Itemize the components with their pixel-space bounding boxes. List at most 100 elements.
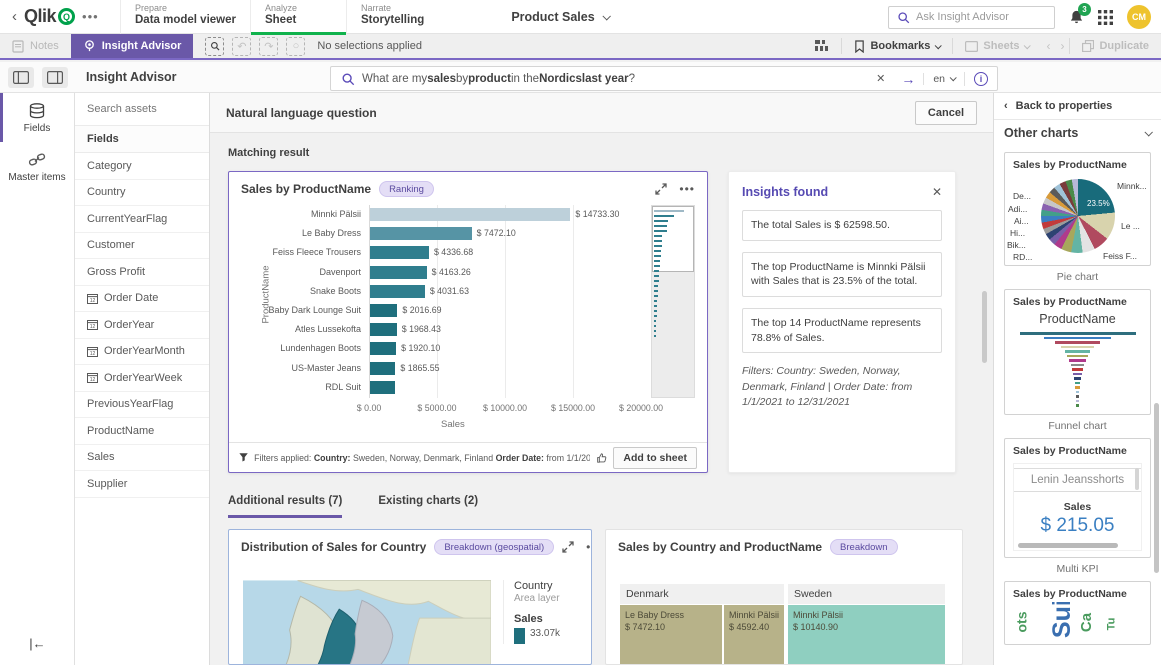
nav-narrate[interactable]: Narrate Storytelling <box>345 0 442 34</box>
bar[interactable] <box>370 361 396 375</box>
bar[interactable] <box>370 323 397 337</box>
calendar-icon: 12 <box>87 293 98 304</box>
expand-icon[interactable] <box>562 541 574 553</box>
bar[interactable] <box>370 380 396 394</box>
other-charts-header[interactable]: Other charts <box>994 120 1161 146</box>
collapse-panel-icon[interactable]: |← <box>0 636 75 651</box>
step-back-icon[interactable]: ↶ <box>232 36 252 56</box>
next-sheet-icon[interactable]: › <box>1055 39 1069 53</box>
smart-search-icon[interactable] <box>205 36 225 56</box>
field-item[interactable]: Sales <box>75 445 209 471</box>
question-part: ? <box>628 72 635 85</box>
notes-button[interactable]: Notes <box>0 34 71 58</box>
submit-question-icon[interactable]: → <box>893 71 923 87</box>
nl-question-bar[interactable]: What are my sales by product in the Nord… <box>330 66 998 91</box>
expand-icon[interactable] <box>655 183 668 195</box>
rail-item-fields[interactable]: Fields <box>0 93 74 142</box>
toggle-right-panel-button[interactable] <box>42 66 68 88</box>
map-result-card[interactable]: Distribution of Sales for Country Breakd… <box>228 529 592 665</box>
alt-chart-wordcloud-card[interactable]: Sales by ProductName ots Suit Ca Tu <box>1004 581 1151 645</box>
field-item[interactable]: Country <box>75 180 209 206</box>
language-selector[interactable]: en <box>923 72 964 85</box>
assets-search-input[interactable] <box>87 103 197 115</box>
kpi-horizontal-scrollbar[interactable] <box>1018 543 1118 548</box>
geo-map[interactable] <box>243 580 491 664</box>
toggle-left-panel-button[interactable] <box>8 66 34 88</box>
app-title-dropdown[interactable]: Product Sales <box>470 0 650 34</box>
chart-minimap-scrollbar[interactable] <box>651 205 695 398</box>
alt-chart-funnel-card[interactable]: Sales by ProductName ProductName <box>1004 289 1151 415</box>
clear-question-icon[interactable]: ✕ <box>868 72 893 85</box>
app-launcher-icon[interactable] <box>1098 9 1113 25</box>
bar-value-label: $ 1920.10 <box>401 343 441 354</box>
bar[interactable] <box>370 246 429 260</box>
bookmarks-label: Bookmarks <box>870 40 931 52</box>
bar[interactable] <box>370 227 472 241</box>
field-item[interactable]: Category <box>75 153 209 180</box>
tab-additional-results[interactable]: Additional results (7) <box>228 495 343 518</box>
field-item[interactable]: ProductName <box>75 418 209 445</box>
user-avatar[interactable]: CM <box>1127 5 1151 29</box>
kpi-vertical-scrollbar[interactable] <box>1135 468 1139 490</box>
nl-question-text[interactable]: What are my sales by product in the Nord… <box>362 73 868 85</box>
more-options-icon[interactable]: ••• <box>586 540 591 554</box>
treemap-cell[interactable]: Minnki Pälsii $ 4592.40 <box>724 605 784 664</box>
treemap-result-card[interactable]: Sales by Country and ProductName Breakdo… <box>605 529 963 665</box>
info-button[interactable]: i <box>964 71 997 86</box>
thumbs-up-icon[interactable] <box>596 451 608 465</box>
field-item[interactable]: CurrentYearFlag <box>75 206 209 233</box>
bar[interactable] <box>370 208 571 221</box>
step-forward-icon[interactable]: ↷ <box>259 36 279 56</box>
field-item[interactable]: Customer <box>75 233 209 259</box>
duplicate-button[interactable]: Duplicate <box>1070 40 1161 52</box>
insight-item[interactable]: The top ProductName is Minnki Pälsii wit… <box>742 251 942 298</box>
main-scrollbar[interactable] <box>982 291 987 363</box>
bookmarks-button[interactable]: Bookmarks <box>842 39 952 53</box>
field-item[interactable]: 12 OrderYear <box>75 312 209 339</box>
field-item[interactable]: 12 OrderYearMonth <box>75 339 209 365</box>
insight-item[interactable]: The total Sales is $ 62598.50. <box>742 210 942 241</box>
panel-scrollbar[interactable] <box>1154 403 1159 573</box>
field-item[interactable]: 12 OrderYearWeek <box>75 365 209 392</box>
back-to-properties-button[interactable]: ‹ Back to properties <box>994 93 1161 120</box>
field-item[interactable]: 12 Order Date <box>75 286 209 312</box>
nav-prepare[interactable]: Prepare Data model viewer <box>120 0 250 34</box>
assets-search[interactable] <box>75 93 209 126</box>
bar[interactable] <box>370 284 425 298</box>
field-item[interactable]: Supplier <box>75 471 209 498</box>
ranking-badge: Ranking <box>379 181 434 197</box>
treemap-cell[interactable]: Le Baby Dress $ 7472.10 <box>620 605 723 664</box>
field-item[interactable]: Gross Profit <box>75 259 209 286</box>
close-icon[interactable]: ✕ <box>932 185 942 199</box>
back-chevron-icon[interactable]: ‹ <box>12 8 17 25</box>
alt-chart-multikpi-card[interactable]: Sales by ProductName Lenin Jeansshorts S… <box>1004 438 1151 558</box>
clear-selections-icon[interactable]: ○ <box>286 36 306 56</box>
bar[interactable] <box>370 265 427 279</box>
alt-chart-pie-card[interactable]: Sales by ProductName 23.5% Minnk... Le ..… <box>1004 152 1151 266</box>
tab-existing-charts[interactable]: Existing charts (2) <box>378 495 478 518</box>
more-options-icon[interactable]: ••• <box>679 182 695 196</box>
more-menu-icon[interactable]: ••• <box>82 9 99 24</box>
global-search[interactable]: Ask Insight Advisor <box>888 5 1055 29</box>
matching-result-chart-card[interactable]: Sales by ProductName Ranking ••• Product… <box>228 171 708 473</box>
x-axis-tick: $ 0.00 <box>356 403 382 413</box>
rail-fields-label: Fields <box>23 123 51 134</box>
bar[interactable] <box>370 304 398 317</box>
add-to-sheet-button[interactable]: Add to sheet <box>613 446 697 469</box>
insight-item[interactable]: The top 14 ProductName represents 78.8% … <box>742 308 942 354</box>
notifications-button[interactable]: 3 <box>1069 3 1091 25</box>
insight-advisor-tab[interactable]: Insight Advisor <box>70 34 194 58</box>
bar[interactable] <box>370 342 397 356</box>
kpi-dimension-value[interactable]: Lenin Jeansshorts <box>1014 468 1141 492</box>
sheets-button[interactable]: Sheets <box>953 40 1041 52</box>
field-item[interactable]: PreviousYearFlag <box>75 392 209 418</box>
treemap-cell[interactable]: Minnki Pälsii $ 10140.90 <box>788 605 946 664</box>
cancel-button[interactable]: Cancel <box>914 100 977 125</box>
minimap-bar <box>654 290 658 292</box>
prev-sheet-icon[interactable]: ‹ <box>1041 39 1055 53</box>
toolbar-grid-button[interactable] <box>803 40 841 52</box>
rail-item-master-items[interactable]: Master items <box>0 142 74 191</box>
notes-icon <box>12 39 24 53</box>
nav-analyze-eyebrow: Analyze <box>264 2 298 13</box>
nav-analyze[interactable]: Analyze Sheet <box>249 0 346 35</box>
